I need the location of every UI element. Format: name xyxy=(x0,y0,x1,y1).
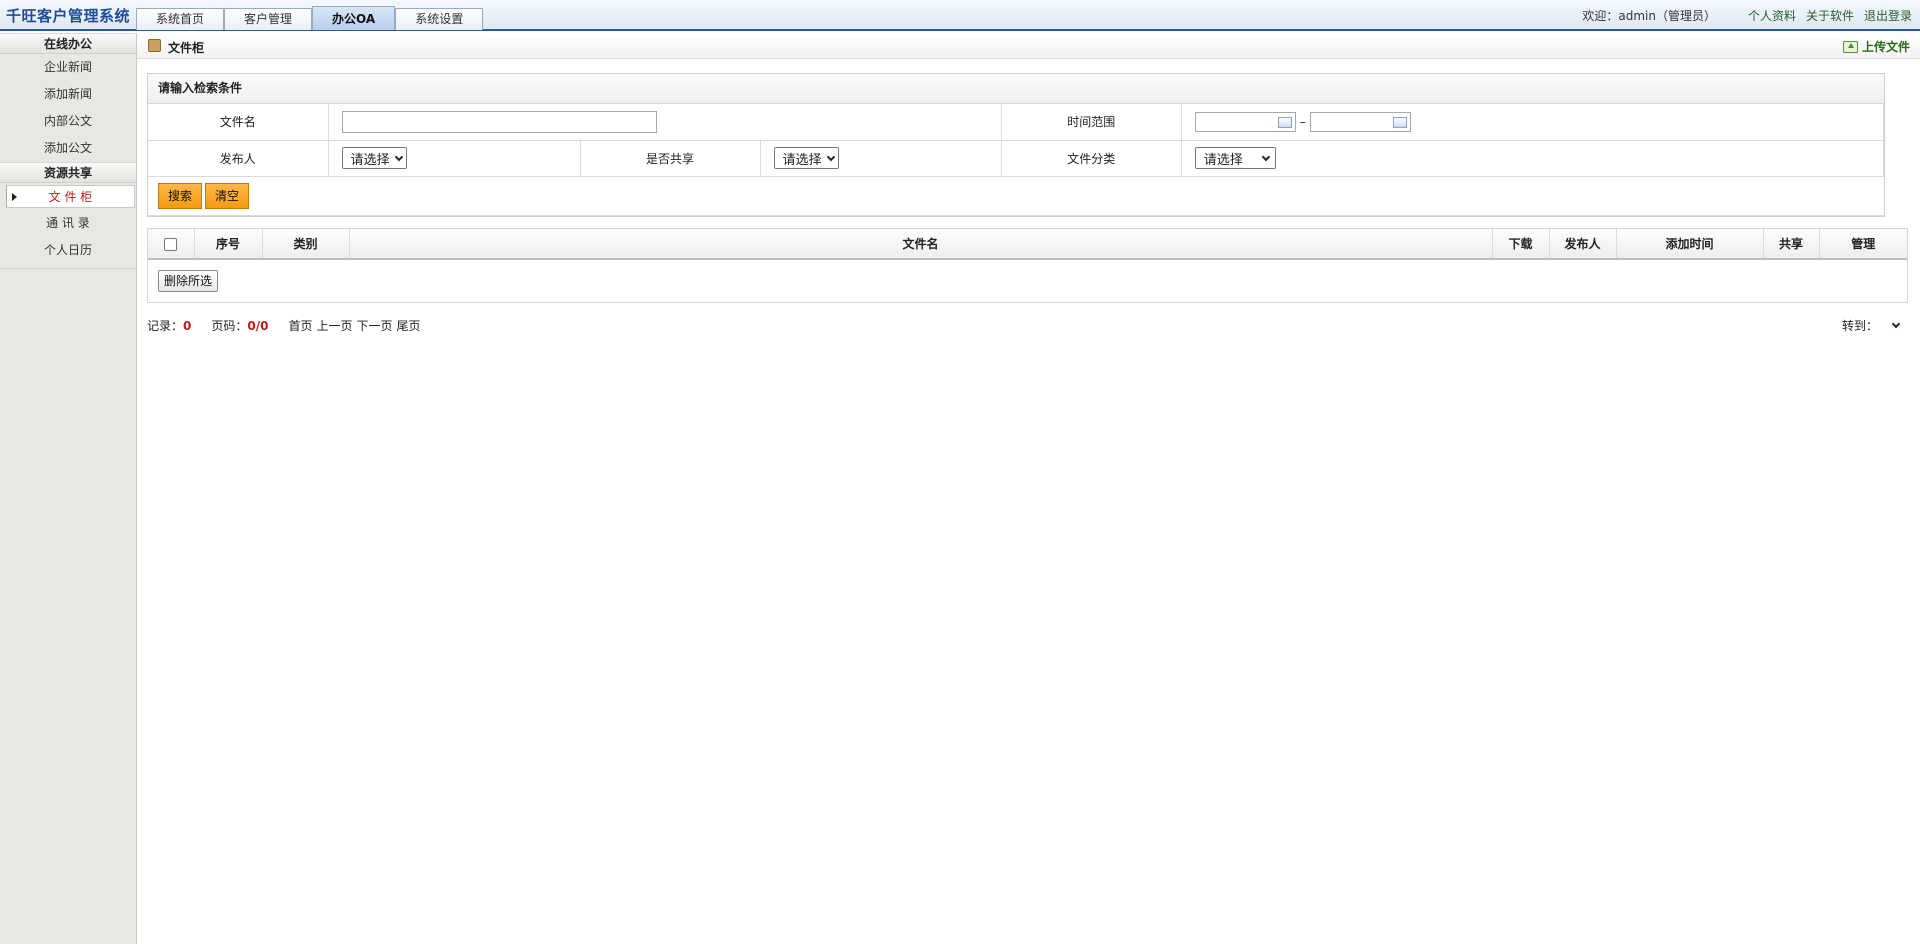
shared-select[interactable]: 请选择 xyxy=(773,147,839,169)
search-panel-heading: 请输入检索条件 xyxy=(148,74,1884,104)
tab-office-oa[interactable]: 办公OA xyxy=(312,6,396,30)
time-range-cell: – xyxy=(1181,104,1885,141)
about-software-link[interactable]: 关于软件 xyxy=(1806,7,1854,24)
column-header-filename[interactable]: 文件名 xyxy=(349,229,1493,260)
upload-file-label: 上传文件 xyxy=(1861,40,1910,54)
search-button-row: 搜索 清空 xyxy=(148,177,1884,216)
table-header-row: 序号 类别 文件名 下载 发布人 添加时间 共享 管理 xyxy=(148,229,1907,260)
page-title-bar: 文件柜 上传文件 xyxy=(137,33,1920,59)
filename-input[interactable] xyxy=(341,110,657,133)
tab-system-settings[interactable]: 系统设置 xyxy=(395,8,484,30)
sidebar-item-file-cabinet[interactable]: 文 件 柜 xyxy=(6,185,135,208)
bulk-action-row: 删除所选 xyxy=(148,260,1907,302)
sidebar-group-resource-sharing: 资源共享 xyxy=(0,162,136,183)
upload-icon xyxy=(1842,40,1858,53)
pages-label: 页码： xyxy=(211,319,248,333)
profile-link[interactable]: 个人资料 xyxy=(1748,7,1796,24)
sidebar-item-add-news[interactable]: 添加新闻 xyxy=(0,81,136,108)
sidebar-item-label: 文 件 柜 xyxy=(48,190,93,204)
date-range-dash: – xyxy=(1299,114,1306,129)
results-table: 序号 类别 文件名 下载 发布人 添加时间 共享 管理 xyxy=(148,229,1907,260)
start-date-input[interactable] xyxy=(1194,111,1296,132)
records-count: 0 xyxy=(183,318,192,333)
upload-file-button[interactable]: 上传文件 xyxy=(1842,38,1910,55)
time-range-label: 时间范围 xyxy=(1001,104,1182,141)
main-content: 文件柜 上传文件 请输入检索条件 文件名 时间范围 – 发布人 请选择 是否共享… xyxy=(137,33,1920,944)
calendar-icon[interactable] xyxy=(1392,116,1407,128)
first-page-link[interactable]: 首页 xyxy=(288,317,312,334)
filename-cell xyxy=(328,104,1002,141)
pagination: 记录： 0 页码： 0/0 首页 上一页 下一页 尾页 xyxy=(147,317,425,334)
column-header-category[interactable]: 类别 xyxy=(262,229,350,260)
main-nav-tabs: 系统首页 客户管理 办公OA 系统设置 xyxy=(136,6,484,31)
column-header-manage[interactable]: 管理 xyxy=(1819,229,1907,260)
page-count: 0/0 xyxy=(247,318,269,333)
sidebar-item-add-doc[interactable]: 添加公文 xyxy=(0,135,136,162)
tab-customer-management[interactable]: 客户管理 xyxy=(224,8,313,30)
search-button[interactable]: 搜索 xyxy=(158,182,203,209)
file-cabinet-icon xyxy=(148,39,161,52)
prev-page-link[interactable]: 上一页 xyxy=(317,317,353,334)
delete-selected-button[interactable]: 删除所选 xyxy=(158,270,219,292)
category-label: 文件分类 xyxy=(1001,140,1182,177)
search-panel: 请输入检索条件 文件名 时间范围 – 发布人 请选择 是否共享 请选择 文件分类… xyxy=(147,73,1885,217)
sidebar-item-internal-docs[interactable]: 内部公文 xyxy=(0,108,136,135)
sidebar-divider xyxy=(0,264,136,269)
select-all-checkbox[interactable] xyxy=(164,237,178,251)
active-arrow-icon xyxy=(12,193,17,201)
sidebar: 在线办公 企业新闻 添加新闻 内部公文 添加公文 资源共享 文 件 柜 通 讯 … xyxy=(0,33,137,944)
column-header-publisher[interactable]: 发布人 xyxy=(1549,229,1617,260)
next-page-link[interactable]: 下一页 xyxy=(357,317,393,334)
app-logo: 千旺客户管理系统 xyxy=(6,7,131,25)
end-date-input[interactable] xyxy=(1309,111,1411,132)
jump-label: 转到： xyxy=(1841,319,1878,333)
user-area: 欢迎：admin（管理员） 个人资料 关于软件 退出登录 xyxy=(1582,7,1912,24)
search-form-table: 文件名 时间范围 – 发布人 请选择 是否共享 请选择 文件分类 请选择 xyxy=(148,104,1885,177)
publisher-label: 发布人 xyxy=(148,140,329,177)
sidebar-item-company-news[interactable]: 企业新闻 xyxy=(0,54,136,81)
calendar-icon[interactable] xyxy=(1277,116,1292,128)
category-select-value: 请选择 xyxy=(1203,152,1243,168)
column-header-added-time[interactable]: 添加时间 xyxy=(1616,229,1764,260)
column-header-download[interactable]: 下载 xyxy=(1492,229,1550,260)
chevron-down-icon xyxy=(826,152,835,161)
select-all-cell xyxy=(148,229,195,260)
chevron-down-icon xyxy=(1261,152,1271,161)
publisher-select[interactable]: 请选择 xyxy=(341,147,407,169)
results-panel: 序号 类别 文件名 下载 发布人 添加时间 共享 管理 删除所选 xyxy=(147,228,1908,303)
shared-label: 是否共享 xyxy=(580,140,761,177)
page-title: 文件柜 xyxy=(168,41,205,55)
clear-button[interactable]: 清空 xyxy=(205,182,250,209)
category-cell: 请选择 xyxy=(1181,140,1885,177)
chevron-down-icon xyxy=(394,152,403,161)
publisher-cell: 请选择 xyxy=(328,140,581,177)
records-label: 记录： xyxy=(147,319,184,333)
page-jump-select[interactable] xyxy=(1884,318,1908,334)
logout-link[interactable]: 退出登录 xyxy=(1864,7,1912,24)
publisher-select-value: 请选择 xyxy=(350,152,390,168)
top-header: 千旺客户管理系统 系统首页 客户管理 办公OA 系统设置 欢迎：admin（管理… xyxy=(0,0,1920,31)
page-jump: 转到： xyxy=(1842,317,1908,334)
welcome-text: 欢迎：admin（管理员） xyxy=(1582,9,1716,23)
category-select[interactable]: 请选择 xyxy=(1194,147,1276,169)
column-header-index[interactable]: 序号 xyxy=(194,229,263,260)
column-header-shared[interactable]: 共享 xyxy=(1763,229,1820,260)
shared-select-value: 请选择 xyxy=(782,152,822,168)
sidebar-item-address-book[interactable]: 通 讯 录 xyxy=(0,210,136,237)
chevron-down-icon xyxy=(1891,319,1901,328)
shared-cell: 请选择 xyxy=(760,140,1002,177)
last-page-link[interactable]: 尾页 xyxy=(397,317,421,334)
tab-system-home[interactable]: 系统首页 xyxy=(136,8,225,30)
sidebar-group-online-office: 在线办公 xyxy=(0,33,136,54)
filename-label: 文件名 xyxy=(148,104,329,141)
sidebar-item-personal-calendar[interactable]: 个人日历 xyxy=(0,237,136,264)
